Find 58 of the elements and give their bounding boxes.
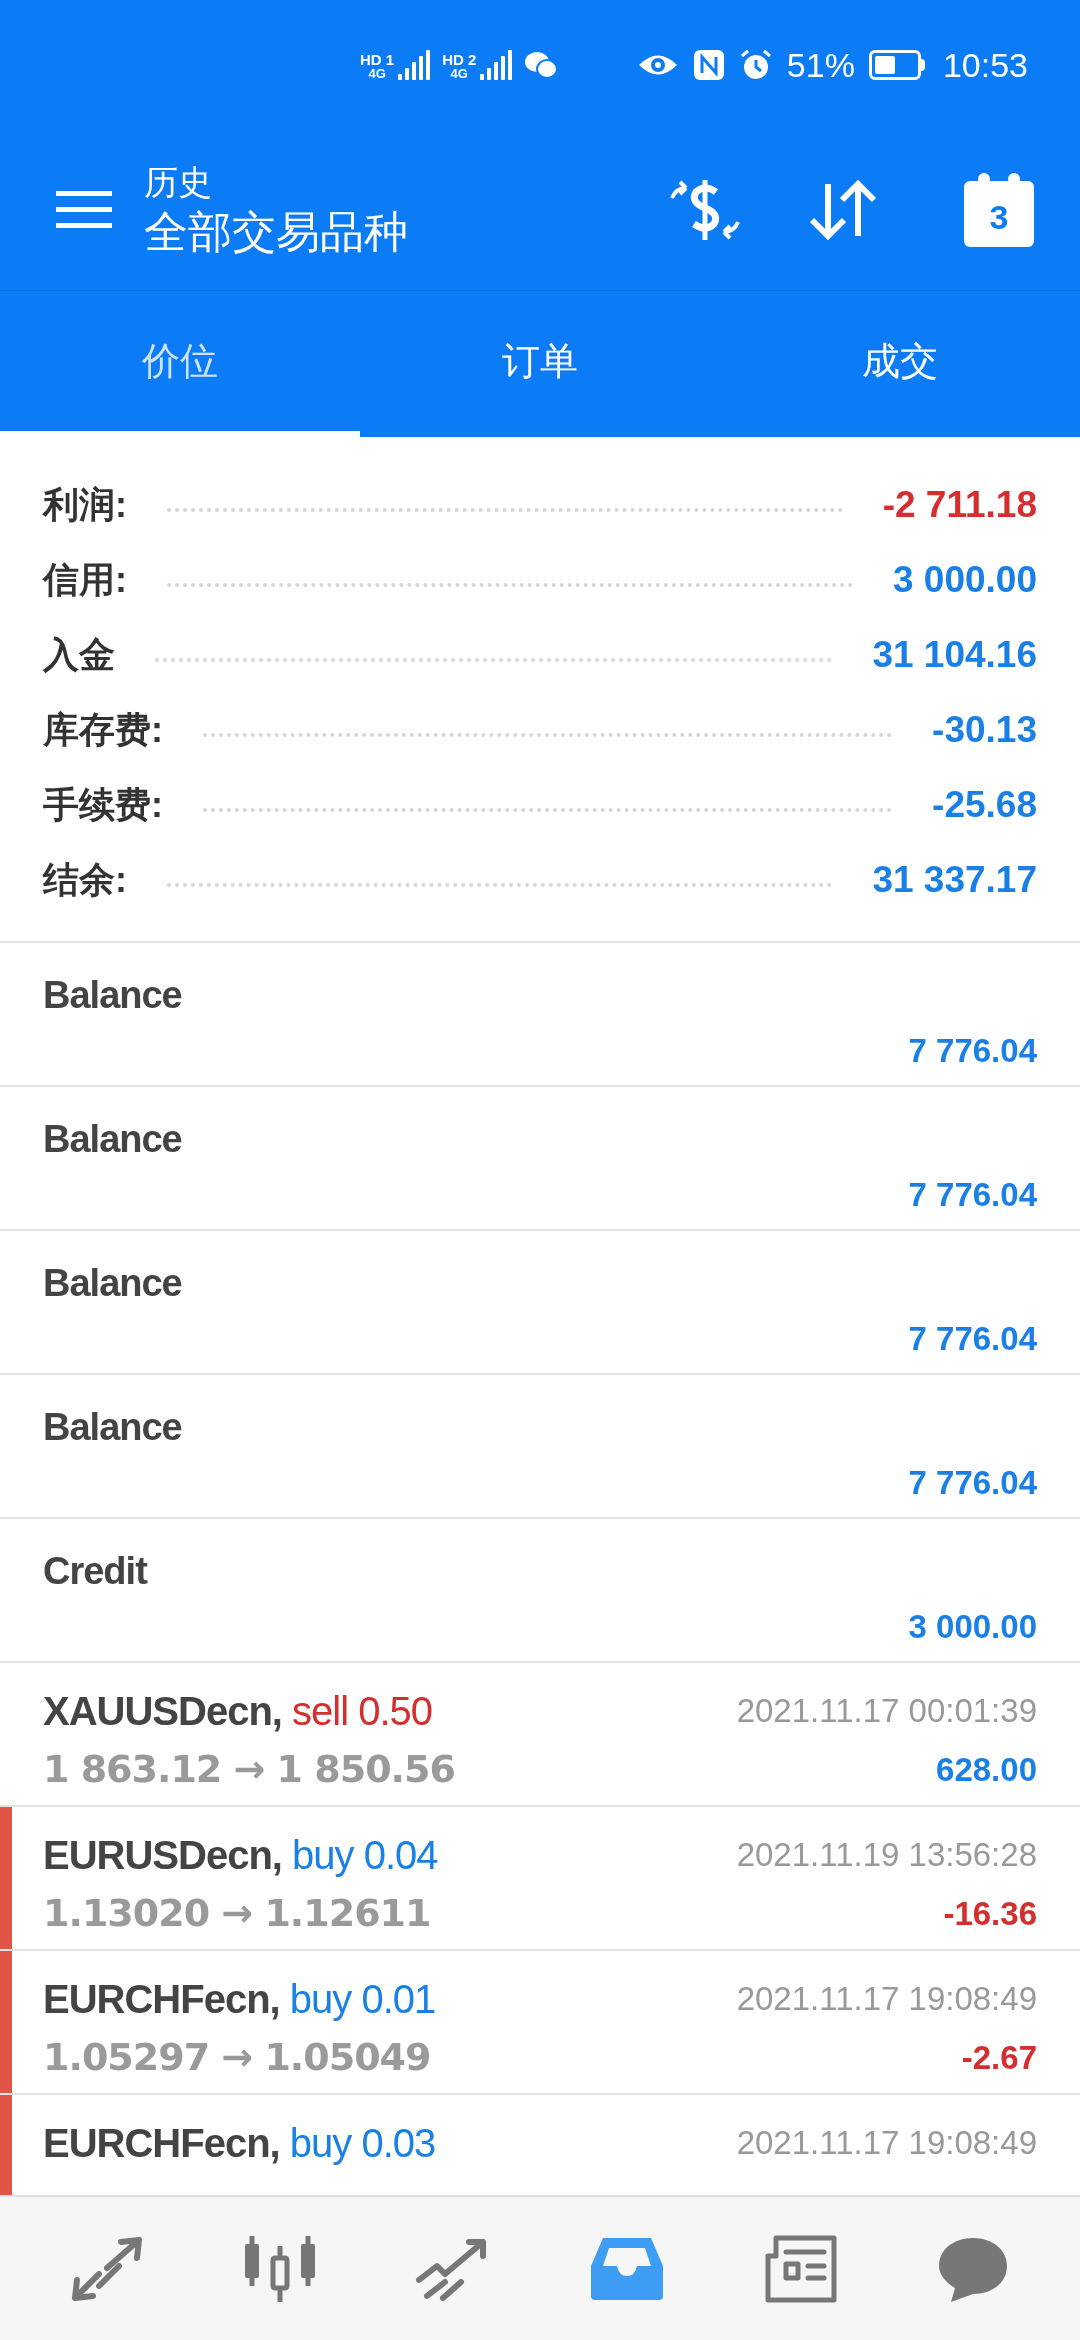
summary-value: -25.68 (932, 782, 1037, 827)
signal-icon (398, 50, 433, 80)
deal-title: EURUSDecn, buy 0.04 (43, 1832, 438, 1879)
summary-label: 信用: (43, 557, 127, 602)
operation-title: Balance (43, 1261, 183, 1306)
network-label: 4G (450, 67, 468, 80)
summary-value: 31 337.17 (872, 857, 1037, 902)
menu-icon[interactable] (56, 191, 112, 229)
summary-label: 结余: (43, 857, 127, 902)
battery-icon (868, 50, 925, 80)
deal-time: 2021.11.17 19:08:49 (736, 1979, 1037, 2020)
summary-label: 手续费: (43, 782, 163, 827)
deal-profit: 628.00 (936, 1749, 1037, 1790)
chat-app-icon (524, 50, 559, 80)
operation-amount: 7 776.04 (908, 1175, 1037, 1215)
operation-amount: 7 776.04 (908, 1031, 1037, 1071)
tab[interactable]: 成交 (720, 291, 1080, 437)
tab[interactable]: 订单 (360, 291, 720, 437)
operation-title: Credit (43, 1549, 149, 1594)
candlestick-icon[interactable] (242, 2233, 318, 2304)
operation-amount: 7 776.04 (908, 1319, 1037, 1359)
summary-label: 入金 (43, 632, 115, 677)
summary-label: 库存费: (43, 707, 163, 752)
screen-title: 全部交易品种 (144, 205, 408, 258)
operation-amount: 3 000.00 (908, 1607, 1037, 1647)
deal-time: 2021.11.17 19:08:49 (736, 2123, 1037, 2164)
deal-title: EURCHFecn, buy 0.03 (43, 2120, 436, 2167)
summary-value: 3 000.00 (892, 557, 1037, 602)
deal-time: 2021.11.17 00:01:39 (736, 1691, 1037, 1732)
summary-value: 31 104.16 (872, 632, 1037, 677)
deal-prices: 1.05297 → 1.05049 (43, 2034, 431, 2081)
deal-title: EURCHFecn, buy 0.01 (43, 1976, 436, 2023)
summary-label: 利润: (43, 482, 127, 527)
deal-profit: -16.36 (943, 1893, 1037, 1934)
sort-arrows-icon[interactable] (808, 180, 878, 240)
inbox-tray-icon[interactable] (588, 2235, 665, 2302)
summary-value: -30.13 (932, 707, 1037, 752)
operation-title: Balance (43, 1405, 183, 1450)
tab[interactable]: 价位 (0, 291, 360, 437)
summary-value: -2 711.18 (882, 482, 1037, 527)
deal-prices: 1.13020 → 1.12611 (43, 1890, 431, 1937)
deal-title: XAUUSDecn, sell 0.50 (43, 1688, 433, 1735)
nfc-icon (692, 49, 725, 81)
sim-label: HD 2 (442, 52, 477, 67)
alarm-icon (738, 48, 773, 82)
battery-percent: 51% (786, 44, 855, 86)
deal-profit: -2.67 (961, 2037, 1037, 2078)
deal-prices: 1 863.12 → 1 850.56 (43, 1746, 455, 1793)
deal-time: 2021.11.19 13:56:28 (736, 1835, 1037, 1876)
clock: 10:53 (942, 44, 1028, 86)
sim-label: HD 1 (360, 52, 395, 67)
currency-exchange-icon[interactable] (668, 178, 742, 242)
network-label: 4G (368, 67, 386, 80)
screen-subtitle: 历史 (144, 162, 213, 204)
operation-amount: 7 776.04 (908, 1463, 1037, 1503)
signal-icon (480, 50, 515, 80)
operation-title: Balance (43, 973, 183, 1018)
operation-title: Balance (43, 1117, 183, 1162)
